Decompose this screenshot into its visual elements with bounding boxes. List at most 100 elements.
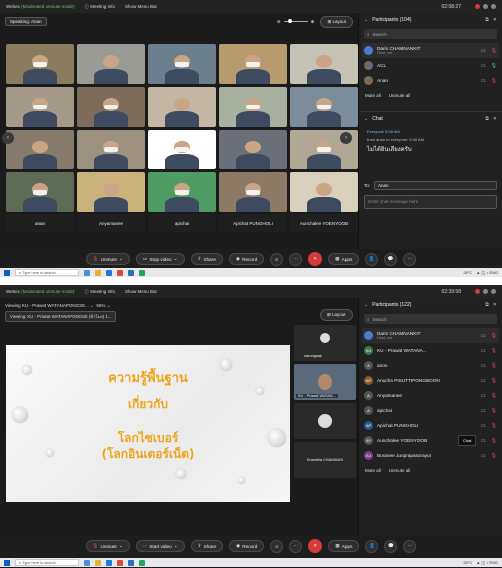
popout-icon[interactable]: ⧉ [485, 302, 489, 308]
chat-input[interactable]: Enter chat message here [364, 195, 497, 209]
more-panels-button[interactable]: ⋯ [403, 252, 417, 266]
chat-recipient-select[interactable]: Anan [374, 181, 497, 190]
maximize-icon[interactable] [491, 289, 496, 294]
unmute-button[interactable]: 🎙 Unmute ⌄ [85, 253, 130, 265]
unmute-all-button[interactable]: Unmute all [389, 468, 411, 473]
task-view-icon[interactable] [84, 559, 90, 566]
strip-video-tile[interactable]: Khanitha CHANNUIN [294, 442, 356, 478]
chevron-down-icon[interactable]: ⌄ [364, 17, 368, 23]
participant-row[interactable]: A Anyamanee ▭ 🎙 [362, 388, 499, 403]
mic-icon[interactable]: 🎙 [491, 393, 497, 399]
minimize-icon[interactable] [483, 289, 488, 294]
chevron-down-icon[interactable]: ⌄ [364, 302, 368, 308]
strip-video-tile[interactable]: KU - Prawat WATAN... [294, 364, 356, 400]
meeting-info-button[interactable]: ⓘ Meeting Info [84, 4, 115, 10]
video-tile[interactable] [219, 172, 287, 212]
stop-video-button[interactable]: ▭ Stop video ⌄ [135, 253, 185, 265]
mic-icon[interactable]: 🎙 [491, 78, 497, 84]
video-tile[interactable] [77, 44, 145, 84]
webex-icon[interactable] [139, 269, 145, 276]
popout-icon[interactable]: ⧉ [485, 116, 489, 122]
chrome-icon[interactable] [117, 559, 123, 566]
gallery-next-arrow-icon[interactable]: › [340, 132, 352, 144]
video-tile[interactable] [219, 44, 287, 84]
participants-search[interactable]: ⌕ Search [364, 314, 497, 324]
edge-icon[interactable] [106, 559, 112, 566]
chevron-down-icon[interactable]: ⌄ [364, 116, 368, 122]
record-button[interactable]: ◉ Record [228, 253, 265, 265]
participant-row[interactable]: KU KU - Prawat WATANA... ▭ 🎙 [362, 343, 499, 358]
video-tile[interactable] [6, 44, 74, 84]
record-button[interactable]: ◉ Record [229, 540, 265, 552]
tile-size-slider[interactable]: ⊖ ⊕ [277, 19, 315, 25]
webex-icon[interactable] [139, 559, 145, 566]
close-icon[interactable]: ✕ [493, 302, 497, 308]
apps-button[interactable]: ▦ Apps [328, 540, 360, 552]
video-tile[interactable] [6, 129, 74, 170]
participant-row[interactable]: AP Anucha PISUTTIPONGBOON ▭ 🎙 [362, 373, 499, 388]
task-view-icon[interactable] [84, 269, 90, 276]
strip-video-tile[interactable]: narongsak [294, 325, 356, 361]
start-video-button[interactable]: ▭ Start video ⌄ [135, 540, 185, 552]
close-icon[interactable]: ✕ [493, 116, 497, 122]
meeting-info-button[interactable]: ⓘ Meeting Info [84, 289, 115, 295]
mic-icon[interactable]: 🎙 [491, 438, 497, 444]
edge-icon[interactable] [106, 269, 112, 276]
mic-icon[interactable]: 🎙 [491, 63, 497, 69]
mic-icon[interactable]: 🎙 [491, 423, 497, 429]
word-icon[interactable] [128, 559, 134, 566]
more-options-button[interactable]: ⋯ [289, 252, 303, 266]
mic-icon[interactable]: 🎙 [491, 408, 497, 414]
slider-track[interactable] [283, 19, 308, 23]
mic-icon[interactable]: 🎙 [491, 378, 497, 384]
participant-row[interactable]: Darin CHAMNANKIT Host, me ▭ 🎙 [362, 43, 499, 58]
participant-row[interactable]: Aapichai ▭ 🎙 [362, 403, 499, 418]
video-tile[interactable] [6, 86, 74, 127]
chat-toggle-button[interactable]: 💬 [384, 539, 398, 553]
participant-row[interactable]: ACL ▭ 🎙 [362, 58, 499, 73]
participant-row[interactable]: Aanon ▭ 🎙 [362, 358, 499, 373]
more-options-button[interactable]: ⋯ [289, 539, 303, 553]
maximize-icon[interactable] [491, 4, 496, 9]
word-icon[interactable] [128, 269, 134, 276]
show-menu-bar-button[interactable]: Show Menu Bar [125, 289, 157, 294]
show-menu-bar-button[interactable]: Show Menu Bar [125, 4, 157, 9]
unmute-all-button[interactable]: Unmute all [389, 93, 411, 98]
participant-row[interactable]: Anan ▭ 🎙 [362, 73, 499, 88]
layout-button[interactable]: ⊞ Layout [320, 15, 353, 28]
share-button[interactable]: ⇪ Share [190, 540, 224, 552]
mute-all-button[interactable]: Mute all [365, 468, 381, 473]
video-tile[interactable] [219, 129, 287, 170]
apps-button[interactable]: ▦ Apps [328, 253, 360, 265]
zoom-in-icon[interactable]: ⊕ [311, 19, 315, 25]
participants-search[interactable]: ⌕ Search [364, 29, 497, 39]
close-icon[interactable]: ✕ [493, 17, 497, 23]
taskbar-search[interactable]: ⌕ Type here to search [15, 559, 79, 566]
unmute-button[interactable]: 🎙 Unmute ⌄ [85, 540, 130, 552]
video-tile[interactable] [290, 86, 358, 127]
slider-knob[interactable] [287, 19, 292, 23]
windows-start-icon[interactable] [4, 559, 10, 566]
viewing-title[interactable]: Viewing KU - Prawat WATANAPONGSE... ⌄ 56… [5, 303, 116, 309]
minimize-icon[interactable] [483, 4, 488, 9]
share-button[interactable]: ⇪ Share [190, 253, 223, 265]
video-tile[interactable] [148, 86, 216, 127]
video-tile[interactable] [290, 44, 358, 84]
participant-row[interactable]: AP Apichat PUNGHOLI ▭ 🎙 [362, 418, 499, 433]
mic-icon[interactable]: 🎙 [491, 348, 497, 354]
layout-button[interactable]: ⊞ Layout [320, 309, 353, 321]
video-tile[interactable] [148, 172, 216, 212]
video-tile[interactable] [290, 172, 358, 212]
video-tile[interactable] [77, 172, 145, 212]
file-explorer-icon[interactable] [95, 269, 101, 276]
mic-icon[interactable]: 🎙 [491, 453, 497, 459]
chat-toggle-button[interactable]: 💬 [384, 252, 398, 266]
video-tile[interactable] [148, 44, 216, 84]
reactions-button[interactable]: ☺ [270, 539, 284, 553]
leave-meeting-button[interactable]: ✕ [308, 539, 323, 553]
gallery-prev-arrow-icon[interactable]: ‹ [2, 132, 14, 144]
video-tile[interactable] [148, 129, 216, 170]
participants-toggle-button[interactable]: 👤 [365, 252, 379, 266]
mic-icon[interactable]: 🎙 [491, 363, 497, 369]
participant-row[interactable]: Darin CHAMNANKIT Host, me ▭ 🎙 [362, 328, 499, 343]
